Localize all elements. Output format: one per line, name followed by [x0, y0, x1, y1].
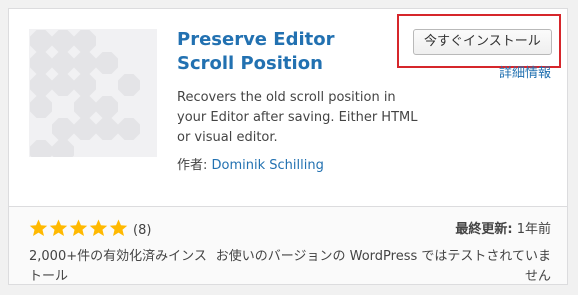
plugin-card-top: Preserve Editor Scroll Position 今すぐインストー…	[9, 9, 567, 206]
plugin-icon[interactable]	[29, 29, 157, 162]
pattern-octagon	[52, 74, 74, 96]
last-updated-label: 最終更新:	[455, 222, 513, 237]
last-updated-value: 1年前	[512, 222, 551, 237]
plugin-pattern-icon	[30, 30, 140, 162]
star-rating: (8)	[29, 219, 152, 241]
compatibility-notice: お使いのバージョンの WordPress ではテストされていません	[215, 249, 551, 284]
plugin-card: Preserve Editor Scroll Position 今すぐインストー…	[8, 8, 568, 285]
pattern-octagon	[52, 30, 74, 52]
pattern-octagon	[96, 52, 118, 74]
install-action-highlight: 今すぐインストール	[397, 14, 561, 68]
more-details-link[interactable]: 詳細情報	[499, 65, 551, 83]
pattern-octagon	[52, 52, 74, 74]
rating-count: (8)	[133, 222, 152, 238]
pattern-octagon	[30, 96, 52, 118]
install-now-button[interactable]: 今すぐインストール	[413, 29, 552, 55]
pattern-octagon	[30, 52, 52, 74]
pattern-octagon	[30, 30, 52, 52]
plugin-author: 作者: Dominik Schilling	[177, 157, 324, 175]
plugin-description: Recovers the old scroll position in your…	[177, 90, 418, 145]
stars-container	[29, 219, 129, 241]
author-link[interactable]: Dominik Schilling	[212, 158, 324, 173]
pattern-octagon	[96, 118, 118, 140]
star-filled-icon	[89, 219, 108, 236]
pattern-octagon	[74, 118, 96, 140]
last-updated: 最終更新: 1年前	[455, 221, 551, 239]
active-installs: 2,000+件の有効化済みインストール	[29, 249, 207, 284]
pattern-octagon	[30, 74, 52, 96]
star-filled-icon	[49, 219, 68, 236]
pattern-octagon	[52, 140, 74, 162]
pattern-octagon	[74, 96, 96, 118]
pattern-octagon	[30, 140, 52, 162]
plugin-name-link[interactable]: Preserve Editor Scroll Position	[177, 28, 377, 76]
star-filled-icon	[29, 219, 48, 236]
star-filled-icon	[69, 219, 88, 236]
pattern-octagon	[74, 52, 96, 74]
pattern-octagon	[74, 74, 96, 96]
star-filled-icon	[109, 219, 128, 236]
pattern-octagon	[118, 118, 140, 140]
pattern-octagon	[118, 74, 140, 96]
pattern-octagon	[96, 96, 118, 118]
pattern-octagon	[74, 30, 96, 52]
pattern-octagon	[52, 118, 74, 140]
author-label: 作者:	[177, 158, 212, 173]
plugin-card-bottom: (8) 2,000+件の有効化済みインストール 最終更新: 1年前 お使いのバー…	[9, 206, 567, 284]
